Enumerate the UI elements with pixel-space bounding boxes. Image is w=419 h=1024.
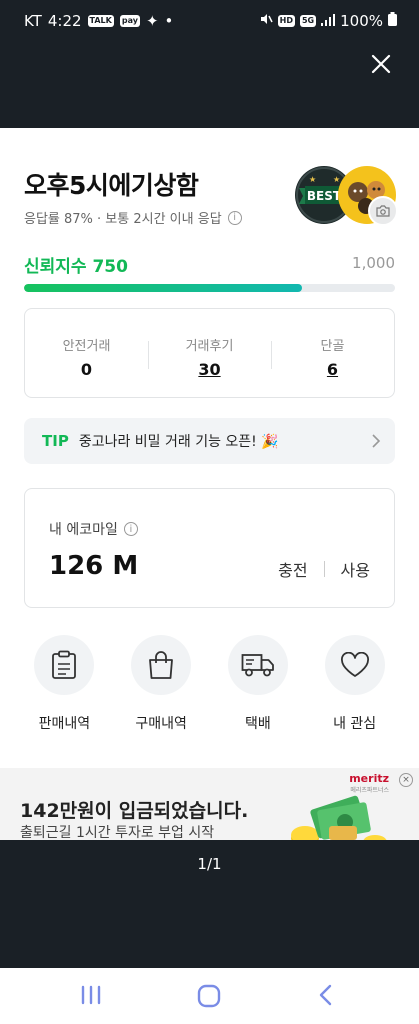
- hd-badge: HD: [277, 15, 295, 27]
- ad-banner[interactable]: 142만원이 입금되었습니다. 출퇴근길 1시간 투자로 부업 시작 merit…: [0, 768, 419, 840]
- menu-label: 구매내역: [135, 716, 187, 732]
- menu-icon-circle: [34, 635, 95, 695]
- trust-score-max: 1,000: [352, 254, 395, 272]
- battery-label: 100%: [340, 12, 383, 30]
- pay-badge: pay: [119, 15, 140, 27]
- menu-label: 판매내역: [38, 716, 91, 732]
- menu-icon-circle: [131, 635, 192, 695]
- status-right: HD 5G 100%: [259, 12, 397, 30]
- menu-purchase-history[interactable]: 구매내역: [121, 635, 201, 733]
- stat-value[interactable]: 6: [271, 360, 394, 379]
- stat-regulars[interactable]: 단골 6: [271, 309, 394, 397]
- menu-label: 택배: [244, 716, 271, 732]
- eco-mileage-card: 내 에코마일 i 126 M 충전 사용: [24, 488, 395, 608]
- stat-value: 0: [80, 360, 93, 379]
- recent-apps-button[interactable]: [80, 984, 102, 1010]
- menu-icon-circle: [227, 635, 288, 695]
- stat-safe-trade: 안전거래 0: [25, 309, 148, 397]
- stat-reviews[interactable]: 거래후기 30: [148, 309, 271, 397]
- ad-close-button[interactable]: ×: [399, 773, 413, 787]
- menu-favorites[interactable]: 내 관심: [315, 635, 395, 733]
- clipboard-icon: [52, 650, 77, 679]
- mileage-actions: 충전 사용: [278, 557, 370, 581]
- recent-apps-icon: [81, 985, 101, 1005]
- system-nav-bar: [0, 968, 419, 1024]
- camera-icon: [376, 205, 390, 217]
- trust-progress-fill: [24, 284, 303, 292]
- stat-label: 안전거래: [62, 339, 111, 354]
- menu-row: 판매내역 구매내역 택배 내 관심: [0, 635, 419, 733]
- best-badge-text: BEST: [307, 189, 342, 203]
- money-illustration-icon: [291, 795, 387, 840]
- divider: [323, 561, 325, 577]
- battery-icon: [388, 12, 397, 30]
- tip-banner[interactable]: TIP 중고나라 비밀 거래 기능 오픈! 🎉: [24, 418, 395, 464]
- response-rate-text: 응답률 87% · 보통 2시간 이내 응답: [24, 212, 222, 227]
- page-indicator: 1/1: [197, 855, 222, 873]
- close-button[interactable]: [369, 52, 393, 76]
- menu-icon-circle: [324, 635, 385, 695]
- status-bar: KT 4:22 TALK pay ✦ • HD 5G 100%: [0, 0, 419, 44]
- profile-panel: 오후5시에기상함 응답률 87% · 보통 2시간 이내 응답 i BEST ★…: [0, 128, 419, 840]
- shop-name: 오후5시에기상함: [24, 171, 199, 200]
- svg-text:★: ★: [333, 175, 340, 184]
- mileage-title-text: 내 에코마일: [49, 522, 118, 538]
- dot-icon: •: [164, 12, 174, 30]
- close-icon: [371, 54, 391, 74]
- status-left: KT 4:22 TALK pay ✦ •: [24, 12, 173, 30]
- truck-icon: [241, 654, 274, 677]
- stat-label: 단골: [320, 339, 345, 354]
- trade-stats-card: 안전거래 0 거래후기 30 단골 6: [24, 308, 395, 398]
- mute-icon: [259, 12, 273, 30]
- shop-response-info: 응답률 87% · 보통 2시간 이내 응답 i: [24, 208, 242, 227]
- talk-badge: TALK: [87, 15, 114, 27]
- charge-button[interactable]: 충전: [278, 557, 307, 581]
- back-icon: [319, 984, 332, 1006]
- menu-delivery[interactable]: 택배: [218, 635, 298, 733]
- ad-title: 142만원이 입금되었습니다.: [20, 800, 249, 822]
- menu-sales-history[interactable]: 판매내역: [24, 635, 104, 733]
- info-icon[interactable]: i: [227, 210, 242, 225]
- clock: 4:22: [47, 12, 82, 30]
- use-button[interactable]: 사용: [341, 557, 370, 581]
- network-badge: 5G: [299, 15, 317, 27]
- heart-icon: [340, 652, 369, 677]
- svg-text:★: ★: [309, 175, 316, 184]
- mileage-value: 126 M: [49, 551, 139, 581]
- trust-score-label: 신뢰지수 750: [24, 257, 128, 277]
- shopping-bag-icon: [149, 651, 174, 679]
- back-button[interactable]: [316, 984, 336, 1010]
- trust-progress-bar: [24, 284, 395, 292]
- tip-label: TIP: [42, 432, 69, 450]
- signal-icon: [321, 12, 336, 30]
- menu-label: 내 관심: [333, 716, 377, 732]
- home-icon: [197, 984, 221, 1008]
- ad-brand-logo: meritz: [349, 772, 389, 785]
- ad-subtitle: 출퇴근길 1시간 투자로 부업 시작: [20, 825, 215, 840]
- stat-label: 거래후기: [185, 339, 234, 354]
- mileage-title: 내 에코마일 i: [49, 519, 138, 539]
- carrier-label: KT: [24, 12, 42, 30]
- home-button[interactable]: [197, 984, 221, 1012]
- tip-text: 중고나라 비밀 거래 기능 오픈! 🎉: [78, 434, 279, 450]
- info-icon[interactable]: i: [123, 522, 138, 536]
- camera-button[interactable]: [368, 196, 398, 226]
- chevron-right-icon: [372, 434, 381, 448]
- stat-value[interactable]: 30: [148, 360, 271, 379]
- sparkle-icon: ✦: [145, 12, 159, 30]
